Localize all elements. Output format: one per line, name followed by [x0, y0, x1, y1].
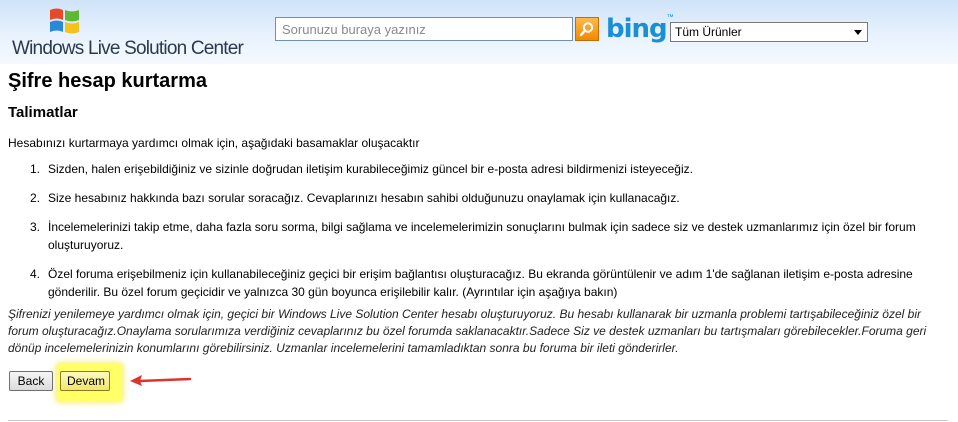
- magnifier-icon: [579, 22, 594, 37]
- section-title: Talimatlar: [8, 104, 78, 121]
- red-arrow-icon: [130, 375, 192, 386]
- search-button[interactable]: [575, 17, 599, 41]
- chevron-down-icon: [854, 30, 862, 35]
- step-item: 1. Sizden, halen erişebildiğiniz ve sizin…: [8, 160, 948, 178]
- continue-button[interactable]: Devam: [60, 371, 110, 391]
- header-bar: Windows Live Solution Center bing™ Tüm Ü…: [0, 0, 958, 64]
- step-number: 1.: [30, 162, 41, 176]
- page-title: Şifre hesap kurtarma: [8, 70, 207, 92]
- brand-title: Windows Live Solution Center: [12, 38, 244, 59]
- footer-divider: [8, 420, 948, 421]
- step-item: 4. Özel foruma erişebilmeniz için kullana…: [8, 265, 948, 301]
- step-text: İncelemelerinizi takip etme, daha fazla …: [48, 220, 916, 252]
- search-field[interactable]: [275, 17, 573, 41]
- windows-flag-icon: [50, 8, 79, 34]
- step-text: Sizden, halen erişebildiğiniz ve sizinle…: [48, 162, 693, 176]
- step-number: 2.: [30, 191, 41, 205]
- product-scope-value: Tüm Ürünler: [675, 25, 742, 39]
- step-text: Özel foruma erişebilmeniz için kullanabi…: [48, 267, 913, 299]
- product-scope-select[interactable]: Tüm Ürünler: [670, 22, 868, 42]
- bing-logo: bing™: [606, 14, 674, 44]
- temporary-account-note: Şifrenizi yenilemeye yardımcı olmak için…: [8, 307, 927, 355]
- intro-text: Hesabınızı kurtarmaya yardımcı olmak içi…: [8, 136, 420, 150]
- step-text: Size hesabınız hakkında bazı sorular sor…: [48, 191, 680, 205]
- step-item: 3. İncelemelerinizi takip etme, daha fazl…: [8, 218, 948, 254]
- bing-wordmark: bing: [606, 14, 668, 44]
- step-item: 2. Size hesabınız hakkında bazı sorular s…: [8, 189, 948, 207]
- step-number: 3.: [30, 220, 41, 234]
- step-number: 4.: [30, 267, 41, 281]
- instruction-steps: 1. Sizden, halen erişebildiğiniz ve sizin…: [8, 160, 948, 312]
- search-input[interactable]: [276, 18, 572, 40]
- windows-live-logo[interactable]: Windows Live Solution Center: [8, 2, 248, 62]
- back-button[interactable]: Back: [9, 371, 53, 391]
- bing-trademark: ™: [666, 14, 674, 21]
